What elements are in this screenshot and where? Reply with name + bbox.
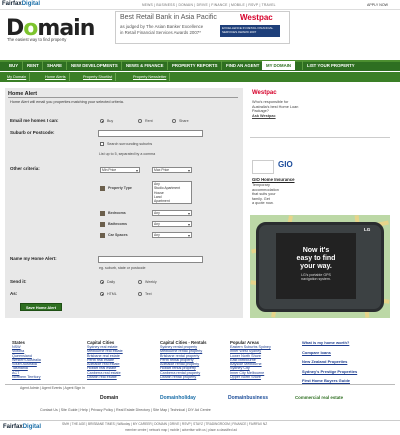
radio-buy-label: Buy — [107, 119, 114, 123]
westpac-logo: Westpac — [240, 13, 273, 22]
alert-name-label: Name my Home Alert: — [10, 256, 57, 261]
car-spaces-label: Car Spaces — [108, 233, 128, 237]
brand-domain-business[interactable]: Domainbusiness — [228, 395, 268, 401]
banner-headline: Best Retail Bank in Asia Pacific — [120, 14, 217, 21]
footer-capitals-list: Sydney real estate Melbourne real estate… — [87, 345, 123, 380]
footer-states-list: NSW Victoria Queensland Western Australi… — [12, 345, 41, 380]
max-price-select[interactable]: Max Price — [152, 167, 192, 173]
intro-text: Home Alert will email you properties mat… — [10, 100, 124, 104]
nav-rent[interactable]: RENT — [22, 61, 43, 70]
bedrooms-label: Bedrooms — [108, 211, 126, 215]
alert-name-input[interactable] — [98, 256, 203, 263]
nav-share[interactable]: SHARE — [42, 61, 66, 70]
radio-daily[interactable] — [100, 280, 104, 284]
property-type-list[interactable]: Any Studio Apartment House Land Apartmen… — [152, 181, 192, 204]
other-criteria-label: Other criteria: — [10, 166, 40, 171]
subnav-property-shortlist[interactable]: Property Shortlist — [80, 73, 117, 81]
radio-rent-label: Rent — [145, 119, 153, 123]
radio-weekly[interactable] — [138, 280, 142, 284]
westpac-ad-logo: Westpac — [252, 90, 277, 96]
subnav-home-alerts[interactable]: Home Alerts — [42, 73, 70, 81]
footer-popular-list: Eastern Suburbs Sydney Inner West Sydney… — [230, 345, 271, 380]
network-footer-links[interactable]: SMH | THE AGE | BRISBANE TIMES | WAtoday… — [62, 422, 267, 426]
gio-title-link[interactable]: GIO Home Insurance — [252, 177, 295, 182]
radio-daily-label: Daily — [107, 280, 115, 284]
bathrooms-select[interactable]: Any — [152, 221, 192, 227]
apply-now-link[interactable]: APPLY NOW — [367, 3, 388, 7]
send-label: Send it: — [10, 279, 27, 284]
house-icon — [100, 186, 105, 191]
site-tagline: The easiest way to find property — [7, 37, 67, 42]
brand-domain-holiday[interactable]: Domainholiday — [160, 395, 196, 401]
gio-thumbnail[interactable] — [252, 160, 274, 174]
car-icon — [100, 233, 105, 238]
alert-name-hint: eg. suburb, state or postcode — [99, 266, 146, 270]
surrounding-suburbs-label: Search surrounding suburbs — [107, 142, 153, 146]
save-home-alert-button[interactable]: Save Home Alert — [20, 303, 62, 311]
surrounding-suburbs-checkbox[interactable] — [100, 142, 104, 146]
fairfax-digital-logo[interactable]: FairfaxDigital — [2, 1, 40, 7]
suburb-label: Suburb or Postcode: — [10, 130, 55, 135]
network-links[interactable]: NEWS | BUSINESS | DOMAIN | DRIVE | FINAN… — [142, 3, 276, 7]
lg-logo: LG — [364, 227, 371, 232]
format-label: As: — [10, 291, 18, 296]
nav-my-domain[interactable]: MY DOMAIN — [262, 61, 295, 70]
radio-weekly-label: Weekly — [145, 280, 157, 284]
nav-news-finance[interactable]: NEWS & FINANCE — [121, 61, 167, 70]
suburb-hint: List up to 5, separated by a comma — [99, 152, 156, 156]
bed-icon — [100, 211, 105, 216]
ask-westpac-link[interactable]: Ask Westpac — [252, 114, 276, 119]
nav-property-reports[interactable]: PROPERTY REPORTS — [167, 61, 222, 70]
nav-list-your-property[interactable]: LIST YOUR PROPERTY — [302, 61, 359, 70]
email-homes-label: Email me homes I can: — [10, 118, 59, 123]
subnav-property-newsletter[interactable]: Property Newsletter — [130, 73, 171, 81]
property-type-label: Property Type — [108, 186, 132, 190]
footer-rentals-list: Sydney rental property Melbourne rental … — [160, 345, 203, 380]
radio-text[interactable] — [138, 292, 142, 296]
fairfax-digital-footer-logo[interactable]: FairfaxDigital — [3, 424, 41, 430]
gio-logo: GIO — [278, 160, 293, 169]
nav-new-developments[interactable]: NEW DEVELOPMENTS — [66, 61, 122, 70]
footer-divider — [5, 384, 395, 385]
radio-rent[interactable] — [138, 119, 142, 123]
gps-headline: Now it's easy to find your way. — [296, 247, 336, 270]
car-spaces-select[interactable]: Any — [152, 232, 192, 238]
footer-quick-links: What is my home worth? Compare loans New… — [302, 340, 358, 383]
min-price-select[interactable]: Min Price — [100, 167, 140, 173]
brand-domain[interactable]: Domain — [100, 395, 118, 401]
bathrooms-label: Bathrooms — [108, 222, 127, 226]
gio-text: Temporary accommodation that suits your … — [252, 183, 279, 206]
suburb-input[interactable] — [98, 130, 203, 137]
nav-find-an-agent[interactable]: FIND AN AGENT — [221, 61, 263, 70]
agent-links[interactable]: Agent Admin | Agent Events | Agent Sign … — [20, 386, 85, 390]
subnav-my-domain[interactable]: My Domain — [4, 73, 31, 81]
westpac-ad-text: Who's responsible for Australia's best H… — [252, 100, 299, 114]
radio-share[interactable] — [172, 119, 176, 123]
radio-html-label: HTML — [107, 292, 117, 296]
radio-share-label: Share — [179, 119, 189, 123]
bedrooms-select[interactable]: Any — [152, 210, 192, 216]
radio-buy[interactable] — [100, 119, 104, 123]
gps-subtext: LG's portable GPS navigation system. — [301, 273, 331, 282]
divider — [8, 97, 238, 98]
site-links[interactable]: Contact Us | Site Guide | Help | Privacy… — [40, 408, 211, 412]
brand-commercial-real-estate[interactable]: Commercial real estate — [295, 395, 343, 400]
award-badge: EXCELLENCE IN RETAIL FINANCIAL SERVICES … — [220, 25, 280, 37]
utility-footer-links[interactable]: member centre | network map | mobile | a… — [125, 428, 237, 432]
radio-text-label: Text — [145, 292, 152, 296]
banner-subline: as judged by The Asian Banker Excellence… — [120, 24, 204, 35]
nav-buy[interactable]: BUY — [5, 61, 22, 70]
bath-icon — [100, 222, 105, 227]
radio-html[interactable] — [100, 292, 104, 296]
